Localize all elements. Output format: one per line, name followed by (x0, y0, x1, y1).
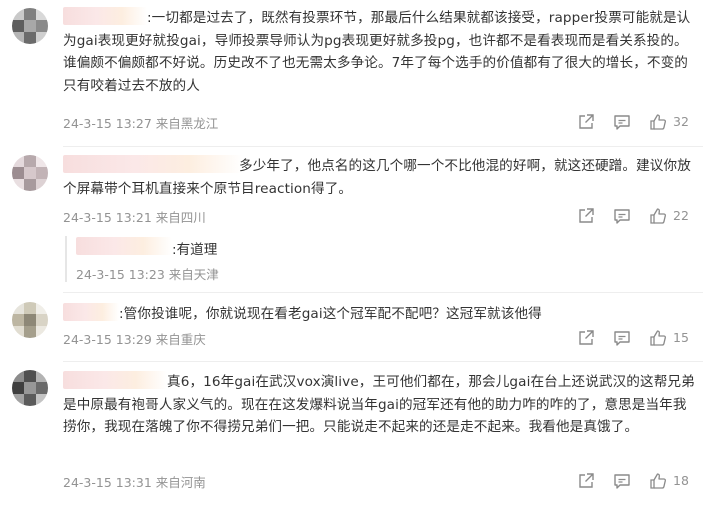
comment-location: 来自重庆 (155, 332, 206, 347)
comment-location: 来自黑龙江 (155, 116, 219, 131)
avatar[interactable] (12, 8, 48, 44)
reply-username-blurred[interactable] (76, 237, 172, 255)
reply-indicator (65, 236, 67, 282)
thumbs-up-icon[interactable] (649, 113, 667, 131)
like-count: 18 (673, 473, 689, 488)
comment-meta: 24-3-15 13:21 来自四川 (63, 207, 206, 226)
comment-icon[interactable] (613, 472, 631, 490)
divider (63, 292, 703, 293)
share-icon[interactable] (577, 329, 595, 347)
comment-icon[interactable] (613, 113, 631, 131)
comment-date: 24-3-15 13:29 (63, 332, 152, 347)
reply-meta: 24-3-15 13:23 来自天津 (76, 264, 219, 283)
avatar[interactable] (12, 370, 48, 406)
comment-date: 24-3-15 13:27 (63, 116, 152, 131)
comment-date: 24-3-15 13:31 (63, 475, 152, 490)
comment-meta: 24-3-15 13:31 来自河南 (63, 472, 206, 491)
thumbs-up-icon[interactable] (649, 472, 667, 490)
avatar[interactable] (12, 155, 48, 191)
avatar[interactable] (12, 302, 48, 338)
comment-location: 来自河南 (155, 475, 206, 490)
reply-location: 来自天津 (168, 267, 219, 282)
like-count: 22 (673, 208, 689, 223)
like-count: 15 (673, 330, 689, 345)
comment-meta: 24-3-15 13:29 来自重庆 (63, 329, 206, 348)
divider (63, 361, 703, 362)
comment-icon[interactable] (613, 329, 631, 347)
comment-icon[interactable] (613, 207, 631, 225)
reply-text: :有道理 (172, 242, 218, 258)
thumbs-up-icon[interactable] (649, 329, 667, 347)
divider (63, 146, 703, 147)
comment-date: 24-3-15 13:21 (63, 210, 152, 225)
share-icon[interactable] (577, 207, 595, 225)
comment-text: 多少年了，他点名的这几个哪一个不比他混的好啊，就这还硬蹭。建议你放个屏幕带个耳机… (63, 158, 691, 197)
comment-text: 真6，16年gai在武汉vox演live，王可他们都在，那会儿gai在台上还说武… (63, 374, 695, 436)
comment-location: 来自四川 (155, 210, 206, 225)
comment-meta: 24-3-15 13:27 来自黑龙江 (63, 113, 218, 132)
thumbs-up-icon[interactable] (649, 207, 667, 225)
reply-date: 24-3-15 13:23 (76, 267, 165, 282)
like-count: 32 (673, 114, 689, 129)
share-icon[interactable] (577, 472, 595, 490)
comment-text: :一切都是过去了，既然有投票环节，那最后什么结果就都该接受，rapper投票可能… (63, 10, 691, 94)
share-icon[interactable] (577, 113, 595, 131)
comment-text: :管你投谁呢，你就说现在看老gai这个冠军配不配吧？这冠军就该他得 (119, 306, 542, 322)
